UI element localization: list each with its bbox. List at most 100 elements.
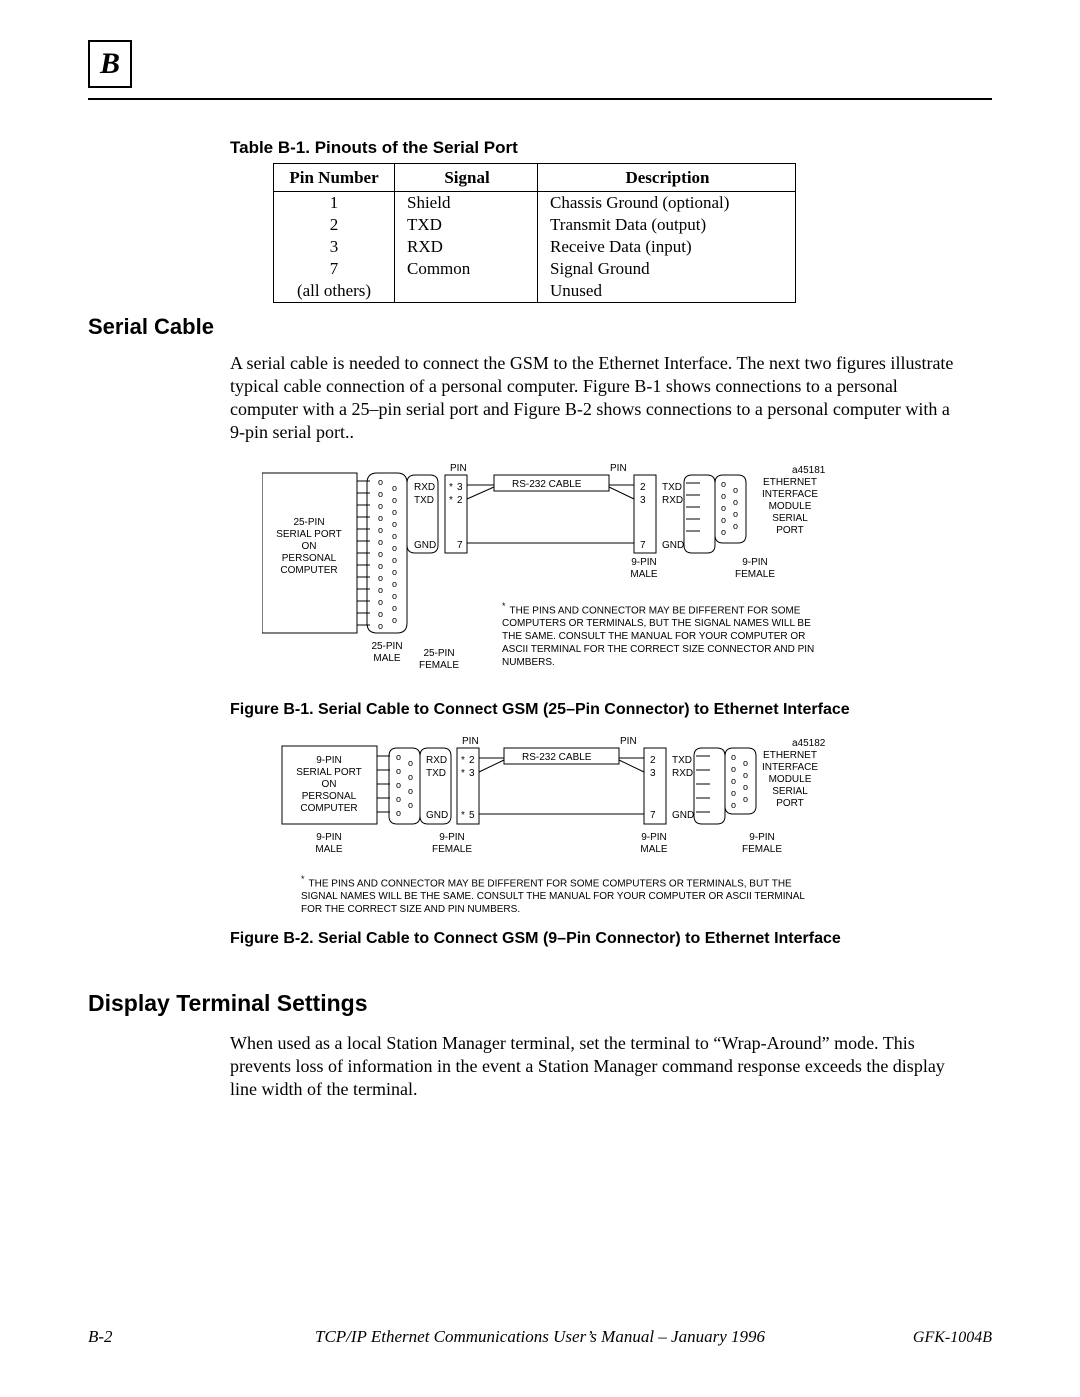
- svg-text:*: *: [461, 810, 465, 821]
- svg-text:3: 3: [640, 495, 646, 506]
- svg-text:o: o: [721, 515, 726, 525]
- fig1-conn-25f: 25-PINFEMALE: [409, 648, 469, 672]
- fig2-footnote: *THE PINS AND CONNECTOR MAY BE DIFFERENT…: [301, 873, 821, 916]
- cell-sig: RXD: [395, 236, 538, 258]
- svg-text:o: o: [743, 782, 748, 792]
- svg-text:2: 2: [650, 755, 656, 766]
- svg-text:o: o: [743, 794, 748, 804]
- svg-text:o: o: [733, 485, 738, 495]
- svg-text:MALE: MALE: [630, 569, 658, 580]
- table-header-row: Pin Number Signal Description: [274, 164, 796, 192]
- col-pin-number: Pin Number: [274, 164, 395, 192]
- cell-desc: Transmit Data (output): [538, 214, 796, 236]
- svg-text:GND: GND: [426, 810, 448, 821]
- svg-text:o: o: [378, 573, 383, 583]
- svg-text:o: o: [396, 752, 401, 762]
- cell-sig: Shield: [395, 192, 538, 215]
- svg-text:3: 3: [650, 768, 656, 779]
- svg-text:o: o: [378, 597, 383, 607]
- svg-text:o: o: [378, 525, 383, 535]
- svg-text:9-PIN: 9-PIN: [749, 832, 775, 843]
- svg-text:ETHERNET: ETHERNET: [763, 477, 817, 488]
- svg-text:INTERFACE: INTERFACE: [762, 762, 818, 773]
- svg-text:25-PIN: 25-PIN: [293, 517, 324, 528]
- svg-text:o: o: [731, 788, 736, 798]
- cell-pin: 2: [274, 214, 395, 236]
- svg-text:o: o: [378, 621, 383, 631]
- svg-text:o: o: [733, 497, 738, 507]
- svg-text:o: o: [743, 758, 748, 768]
- svg-text:o: o: [392, 519, 397, 529]
- svg-text:o: o: [392, 567, 397, 577]
- fig1-caption: Figure B-1. Serial Cable to Connect GSM …: [230, 701, 850, 719]
- svg-text:9-PIN: 9-PIN: [641, 832, 667, 843]
- cell-pin: 7: [274, 258, 395, 280]
- svg-text:o: o: [378, 549, 383, 559]
- cell-desc: Unused: [538, 280, 796, 303]
- svg-text:o: o: [731, 764, 736, 774]
- svg-text:25-PIN: 25-PIN: [371, 641, 402, 652]
- table-row: (all others) Unused: [274, 280, 796, 303]
- svg-text:o: o: [392, 507, 397, 517]
- svg-text:RXD: RXD: [662, 495, 683, 506]
- svg-text:ETHERNET: ETHERNET: [763, 750, 817, 761]
- svg-text:INTERFACE: INTERFACE: [762, 489, 818, 500]
- svg-text:o: o: [392, 579, 397, 589]
- appendix-letter: B: [100, 47, 120, 81]
- svg-text:o: o: [408, 772, 413, 782]
- svg-text:o: o: [392, 603, 397, 613]
- svg-text:MODULE: MODULE: [769, 774, 812, 785]
- cell-sig: TXD: [395, 214, 538, 236]
- svg-text:MODULE: MODULE: [769, 501, 812, 512]
- svg-text:o: o: [721, 479, 726, 489]
- figure-b2-svg: 9-PIN SERIAL PORT ON PERSONAL COMPUTER o…: [262, 736, 832, 861]
- fig1-code: a45181: [792, 465, 826, 476]
- svg-text:PORT: PORT: [776, 798, 804, 809]
- cell-desc: Receive Data (input): [538, 236, 796, 258]
- svg-text:PERSONAL: PERSONAL: [282, 553, 337, 564]
- svg-text:o: o: [396, 766, 401, 776]
- svg-text:o: o: [378, 489, 383, 499]
- svg-text:9-PIN: 9-PIN: [316, 755, 342, 766]
- svg-text:*: *: [449, 495, 453, 506]
- table-row: 3 RXD Receive Data (input): [274, 236, 796, 258]
- svg-text:3: 3: [457, 482, 463, 493]
- svg-text:o: o: [408, 800, 413, 810]
- svg-text:a45182: a45182: [792, 738, 826, 749]
- svg-text:FEMALE: FEMALE: [432, 844, 472, 855]
- svg-text:SERIAL: SERIAL: [772, 513, 808, 524]
- fig1-cable-label: RS-232 CABLE: [512, 479, 582, 490]
- svg-text:o: o: [392, 495, 397, 505]
- svg-text:o: o: [392, 531, 397, 541]
- svg-text:o: o: [731, 776, 736, 786]
- svg-text:FEMALE: FEMALE: [735, 569, 775, 580]
- appendix-letter-box: B: [88, 40, 132, 88]
- svg-text:o: o: [733, 509, 738, 519]
- pinout-table: Pin Number Signal Description 1 Shield C…: [273, 163, 796, 303]
- heading-display-terminal: Display Terminal Settings: [88, 990, 367, 1017]
- cell-pin: 1: [274, 192, 395, 215]
- svg-text:o: o: [731, 752, 736, 762]
- svg-text:o: o: [392, 591, 397, 601]
- para-serial-cable: A serial cable is needed to connect the …: [230, 352, 960, 444]
- svg-text:*: *: [461, 755, 465, 766]
- svg-text:RXD: RXD: [426, 755, 447, 766]
- fig2-caption: Figure B-2. Serial Cable to Connect GSM …: [230, 930, 841, 948]
- svg-text:2: 2: [640, 482, 646, 493]
- svg-text:7: 7: [457, 540, 463, 551]
- svg-text:2: 2: [469, 755, 475, 766]
- svg-text:o: o: [733, 521, 738, 531]
- fig1-pin-left: PIN: [450, 463, 467, 474]
- svg-text:o: o: [378, 561, 383, 571]
- para-display-terminal: When used as a local Station Manager ter…: [230, 1032, 960, 1101]
- svg-text:*: *: [449, 482, 453, 493]
- svg-text:SERIAL PORT: SERIAL PORT: [276, 529, 342, 540]
- svg-text:MALE: MALE: [315, 844, 343, 855]
- fig1-gnd: GND: [414, 540, 436, 551]
- svg-text:TXD: TXD: [662, 482, 682, 493]
- cell-sig: Common: [395, 258, 538, 280]
- svg-text:*: *: [461, 768, 465, 779]
- svg-text:GND: GND: [672, 810, 694, 821]
- cell-desc: Chassis Ground (optional): [538, 192, 796, 215]
- svg-text:RXD: RXD: [672, 768, 693, 779]
